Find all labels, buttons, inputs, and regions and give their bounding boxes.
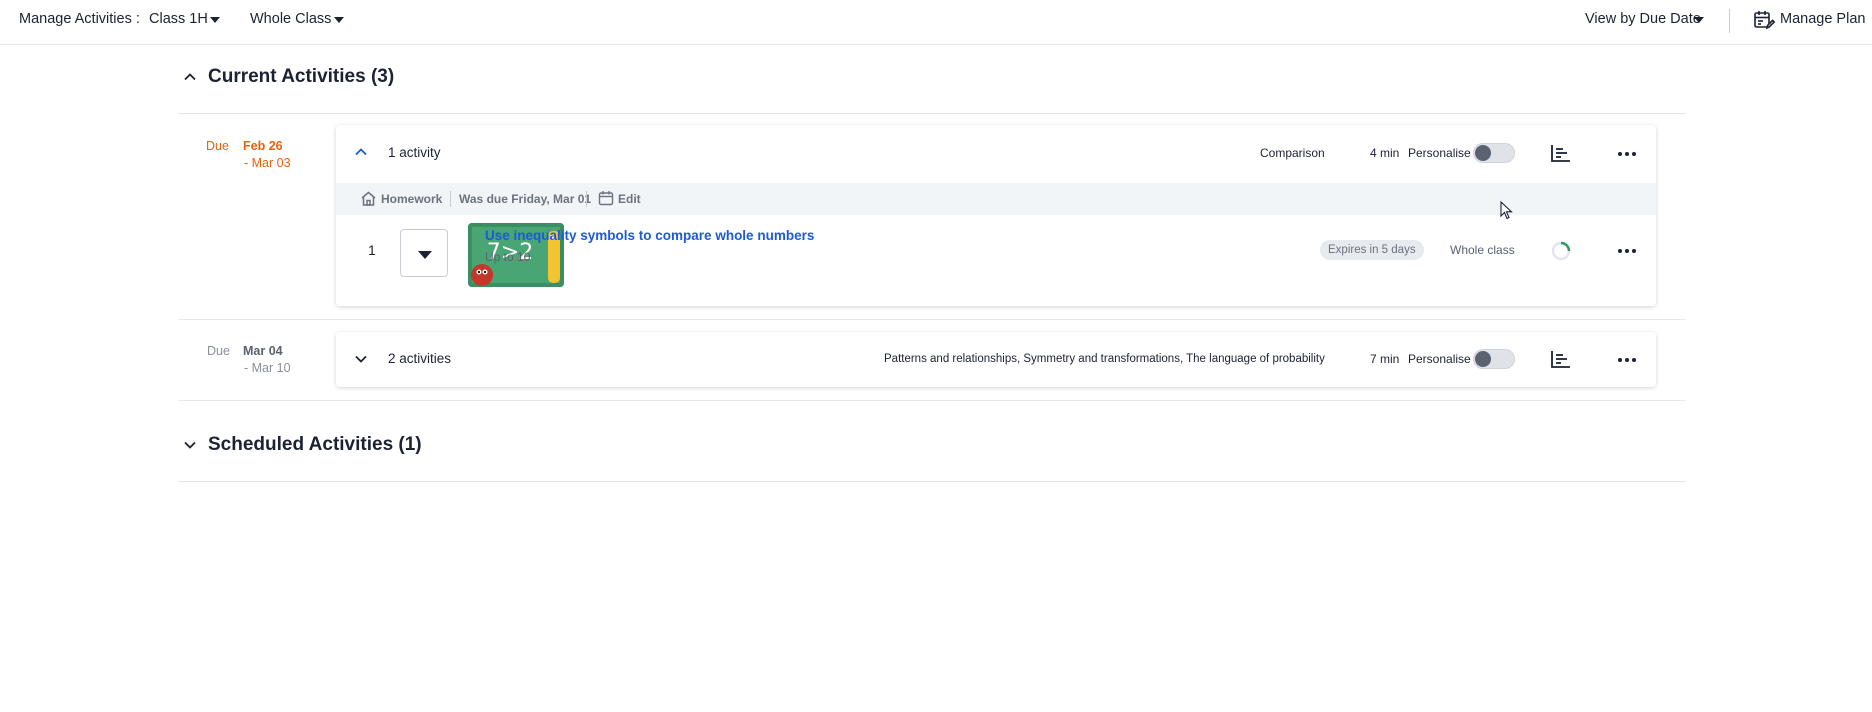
- calendar-icon: [598, 190, 614, 206]
- class-selector-value: Class 1H: [149, 11, 208, 27]
- personalise-label: Personalise: [1408, 146, 1471, 160]
- audience-label: Whole class: [1450, 243, 1515, 257]
- scheduled-activities-toggle[interactable]: Scheduled Activities (1): [180, 430, 430, 460]
- caret-down-icon: [334, 17, 344, 23]
- group-selector[interactable]: Whole Class: [250, 0, 350, 40]
- class-selector[interactable]: Class 1H: [149, 0, 225, 40]
- view-by-label: View by Due Date: [1585, 11, 1701, 27]
- caret-down-icon: [210, 17, 220, 23]
- personalise-toggle[interactable]: [1473, 349, 1515, 369]
- chevron-up-icon[interactable]: [353, 144, 369, 160]
- edit-label: Edit: [618, 192, 641, 206]
- progress-ring-icon[interactable]: [1550, 240, 1572, 262]
- assignment-detail-bar: Homework Was due Friday, Mar 01 Edit: [336, 183, 1656, 215]
- current-activities-toggle[interactable]: Current Activities (3): [180, 62, 410, 92]
- personalise-label: Personalise: [1408, 352, 1471, 366]
- group-divider: [179, 319, 1685, 320]
- activity-index: 1: [368, 242, 376, 258]
- more-icon[interactable]: [1618, 249, 1636, 253]
- section-divider: [179, 400, 1685, 401]
- activity-row: 1 7>2 Use inequality symbols to compare …: [336, 215, 1656, 305]
- due-to-date: - Mar 03: [244, 156, 291, 170]
- toolbar-divider: [1729, 9, 1730, 33]
- top-toolbar: Manage Activities : Class 1H Whole Class…: [0, 0, 1872, 45]
- chevron-down-icon: [182, 437, 198, 453]
- was-due-label: Was due Friday, Mar 01: [459, 192, 592, 206]
- edit-due-button[interactable]: Edit: [598, 187, 646, 211]
- assignment-type: Homework: [381, 192, 443, 206]
- bar-chart-icon[interactable]: [1549, 141, 1573, 165]
- chevron-up-icon: [182, 69, 198, 85]
- chevron-down-icon[interactable]: [353, 351, 369, 367]
- due-label: Due: [206, 139, 229, 153]
- due-from-date: Feb 26: [243, 139, 283, 153]
- cursor-icon: [1500, 200, 1514, 221]
- caret-down-icon: [418, 251, 432, 259]
- topic-label: Patterns and relationships, Symmetry and…: [884, 353, 1325, 365]
- due-label: Due: [207, 344, 230, 358]
- current-activities-title: Current Activities (3): [208, 66, 395, 87]
- divider: [586, 191, 587, 207]
- due-from-date: Mar 04: [243, 344, 283, 358]
- toggle-knob: [1475, 351, 1491, 367]
- activity-group-card[interactable]: 2 activities Patterns and relationships,…: [336, 332, 1656, 387]
- activity-expand-button[interactable]: [400, 229, 448, 277]
- activity-count: 1 activity: [388, 145, 441, 160]
- bar-chart-icon[interactable]: [1549, 347, 1573, 371]
- due-to-date: - Mar 10: [244, 361, 291, 375]
- manage-plan-button[interactable]: Manage Plan: [1753, 0, 1868, 40]
- section-divider: [179, 481, 1685, 482]
- group-selector-value: Whole Class: [250, 11, 332, 27]
- scheduled-activities-title: Scheduled Activities (1): [208, 434, 422, 455]
- activity-title-link[interactable]: Use inequality symbols to compare whole …: [485, 227, 814, 245]
- manage-activities-label: Manage Activities :: [19, 11, 140, 27]
- home-icon: [360, 190, 377, 207]
- section-divider: [179, 113, 1685, 114]
- activity-group-card: 1 activity Comparison 4 min Personalise …: [336, 125, 1656, 306]
- caret-down-icon: [1694, 17, 1704, 23]
- activity-subtitle: Up to 10: [485, 250, 531, 264]
- duration-label: 4 min: [1370, 146, 1400, 160]
- toggle-knob: [1475, 145, 1491, 161]
- expires-badge: Expires in 5 days: [1320, 240, 1424, 260]
- activity-count: 2 activities: [388, 351, 452, 366]
- more-icon[interactable]: [1618, 358, 1636, 362]
- topic-label: Comparison: [1260, 146, 1325, 160]
- personalise-toggle[interactable]: [1473, 143, 1515, 163]
- divider: [450, 191, 451, 207]
- duration-label: 7 min: [1370, 352, 1400, 366]
- view-by-selector[interactable]: View by Due Date: [1585, 0, 1710, 40]
- more-icon[interactable]: [1618, 152, 1636, 156]
- calendar-edit-icon: [1753, 9, 1776, 31]
- manage-plan-label: Manage Plan: [1780, 11, 1866, 27]
